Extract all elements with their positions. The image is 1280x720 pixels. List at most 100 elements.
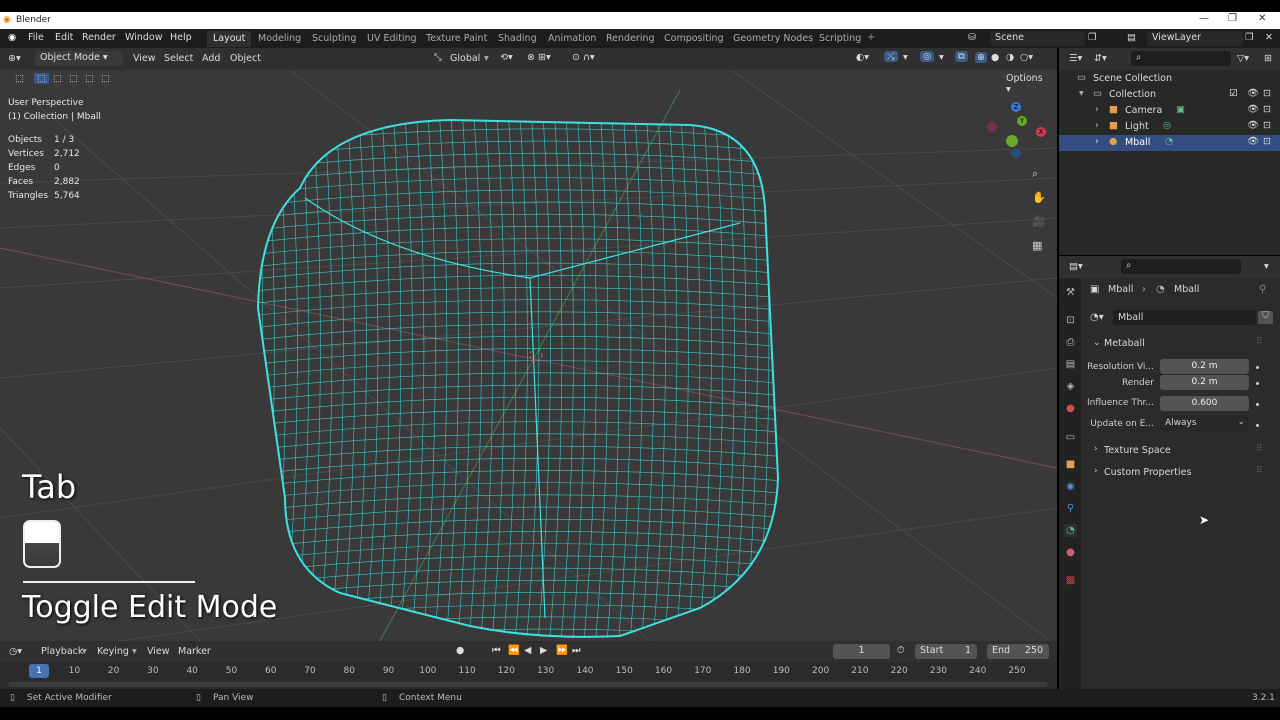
outliner-row-scene-collection[interactable]: ▭ Scene Collection [1059,71,1280,87]
panel-metaball-title[interactable]: Metaball [1104,338,1145,349]
gizmo-neg-y[interactable] [1006,135,1018,147]
close-icon[interactable]: ✕ [1258,13,1266,24]
editor-type-icon[interactable]: ⊕▾ [8,53,21,64]
viewport-3d[interactable] [0,48,1057,641]
start-frame-field[interactable]: Start 1 [915,644,977,659]
scene-selector[interactable]: Scene [990,31,1085,46]
tab-scripting[interactable]: Scripting [813,31,867,47]
select-new-icon[interactable]: ⬚ [34,73,49,84]
visibility-eye-icon[interactable]: 👁 [1247,136,1259,147]
timeline-menu-playback[interactable]: Playback [41,646,83,657]
render-resolution-field[interactable]: 0.2 m [1160,375,1249,390]
outliner-filter-icon[interactable]: ▽▾ [1237,53,1249,64]
current-frame-field[interactable]: 1 [833,644,890,659]
timeline-menu-marker[interactable]: Marker [178,646,211,657]
tab-sculpting[interactable]: Sculpting [306,31,362,47]
pivot-point-icon[interactable]: ⟲▾ [500,52,513,63]
transform-orientation-selector[interactable]: Global [450,53,480,64]
play-reverse-icon[interactable]: ◀ [524,645,531,656]
timeline-menu-view[interactable]: View [147,646,170,657]
render-tab-icon[interactable]: ⊡ [1064,314,1077,327]
render-camera-icon[interactable]: ⊡ [1263,120,1271,131]
keyframe-dot-icon[interactable] [1256,366,1259,369]
render-camera-icon[interactable]: ⊡ [1263,88,1271,99]
view-layer-tab-icon[interactable]: ▤ [1064,358,1077,371]
pan-hand-icon[interactable]: ✋ [1032,192,1046,204]
new-scene-icon[interactable]: ❐ [1088,32,1097,43]
jump-end-icon[interactable]: ⏭ [572,645,581,656]
menu-render[interactable]: Render [82,32,116,43]
constraints-tab-icon[interactable]: ⚲ [1064,502,1077,515]
texture-tab-icon[interactable]: ▩ [1064,574,1077,587]
keyframe-dot-icon[interactable] [1256,403,1259,406]
tab-geometry-nodes[interactable]: Geometry Nodes [727,31,819,47]
object-tab-icon[interactable]: ■ [1064,458,1077,471]
properties-search-input[interactable]: ⌕ [1121,259,1241,274]
menu-edit[interactable]: Edit [55,32,73,43]
view-layer-selector[interactable]: ViewLayer [1147,31,1243,46]
select-tool-icon[interactable]: ⬚ [12,73,27,84]
auto-keying-icon[interactable]: ● [456,645,464,656]
perspective-toggle-icon[interactable]: ▦ [1032,240,1042,252]
exclude-checkbox-icon[interactable]: ☑ [1229,88,1238,99]
panel-chevron-icon[interactable]: › [1094,466,1098,476]
properties-options-icon[interactable]: ▾ [1264,261,1269,272]
remove-view-layer-icon[interactable]: ✕ [1265,32,1273,43]
properties-editor-type-icon[interactable]: ▤▾ [1069,261,1083,272]
collapse-chevron-icon[interactable]: ▾ [1079,88,1084,99]
gizmo-z-axis[interactable]: Z [1011,102,1021,112]
datablock-type-icon[interactable]: ◔▾ [1090,312,1104,323]
world-tab-icon[interactable]: ● [1064,402,1077,415]
tab-rendering[interactable]: Rendering [600,31,661,47]
shading-material-icon[interactable]: ◑ [1006,52,1014,63]
minimize-icon[interactable]: — [1199,13,1209,24]
tab-layout[interactable]: Layout [207,31,252,47]
jump-start-icon[interactable]: ⏮ [492,645,501,656]
resolution-viewport-field[interactable]: 0.2 m [1160,359,1249,374]
tab-uv-editing[interactable]: UV Editing [361,31,423,47]
influence-threshold-field[interactable]: 0.600 [1160,396,1249,411]
panel-chevron-icon[interactable]: ⌄ [1093,338,1101,348]
shading-rendered-icon[interactable]: ○▾ [1020,52,1033,63]
light-data-icon[interactable]: ◎ [1163,120,1171,131]
visibility-icon[interactable]: ◐▾ [856,52,869,63]
expand-chevron-icon[interactable]: › [1095,120,1099,131]
viewport-menu-select[interactable]: Select [164,53,193,64]
jump-keyframe-back-icon[interactable]: ⏪ [508,645,520,656]
panel-chevron-icon[interactable]: › [1094,444,1098,454]
overlays-dropdown-icon[interactable]: ▾ [939,52,944,63]
preview-range-icon[interactable]: ⏱ [897,645,904,656]
options-button[interactable]: Options ▾ [1001,72,1051,95]
outliner-display-mode-icon[interactable]: ⇵▾ [1094,53,1107,64]
render-camera-icon[interactable]: ⊡ [1263,136,1271,147]
play-icon[interactable]: ▶ [540,645,547,656]
navigation-gizmo[interactable]: Z Y X [982,98,1047,163]
camera-data-icon[interactable]: ▣ [1176,104,1185,115]
xray-toggle-icon[interactable]: ⧉ [955,51,968,62]
metaball-data-icon[interactable]: ◔ [1165,136,1173,147]
datablock-name-field[interactable]: Mball [1113,310,1256,325]
viewport-menu-view[interactable]: View [133,53,156,64]
timeline-menu-keying[interactable]: Keying [97,646,129,657]
shading-wireframe-icon[interactable]: ⊕ [975,52,987,63]
tab-compositing[interactable]: Compositing [658,31,730,47]
panel-texture-space-title[interactable]: Texture Space [1104,445,1171,456]
zoom-icon[interactable]: ⌕ [1032,168,1038,180]
visibility-eye-icon[interactable]: 👁 [1247,120,1259,131]
viewport-menu-object[interactable]: Object [230,53,261,64]
select-subtract-icon[interactable]: ⬚ [66,73,81,84]
menu-help[interactable]: Help [170,32,192,43]
camera-view-icon[interactable]: 🎥 [1032,216,1046,228]
new-view-layer-icon[interactable]: ❐ [1245,32,1254,43]
menu-window[interactable]: Window [125,32,162,43]
tab-texture-paint[interactable]: Texture Paint [420,31,493,47]
fake-user-shield-icon[interactable]: ⛉ [1258,311,1273,324]
keyframe-dot-icon[interactable] [1256,382,1259,385]
panel-drag-handle-icon[interactable]: ⠿ [1256,466,1263,476]
expand-chevron-icon[interactable]: › [1095,104,1099,115]
metaball-data-tab-icon[interactable]: ◔ [1064,524,1077,537]
gizmo-neg-x[interactable] [987,122,997,132]
expand-chevron-icon[interactable]: › [1095,136,1099,147]
snap-icon[interactable]: ⊗ ⊞▾ [527,52,551,63]
keyframe-dot-icon[interactable] [1256,424,1259,427]
